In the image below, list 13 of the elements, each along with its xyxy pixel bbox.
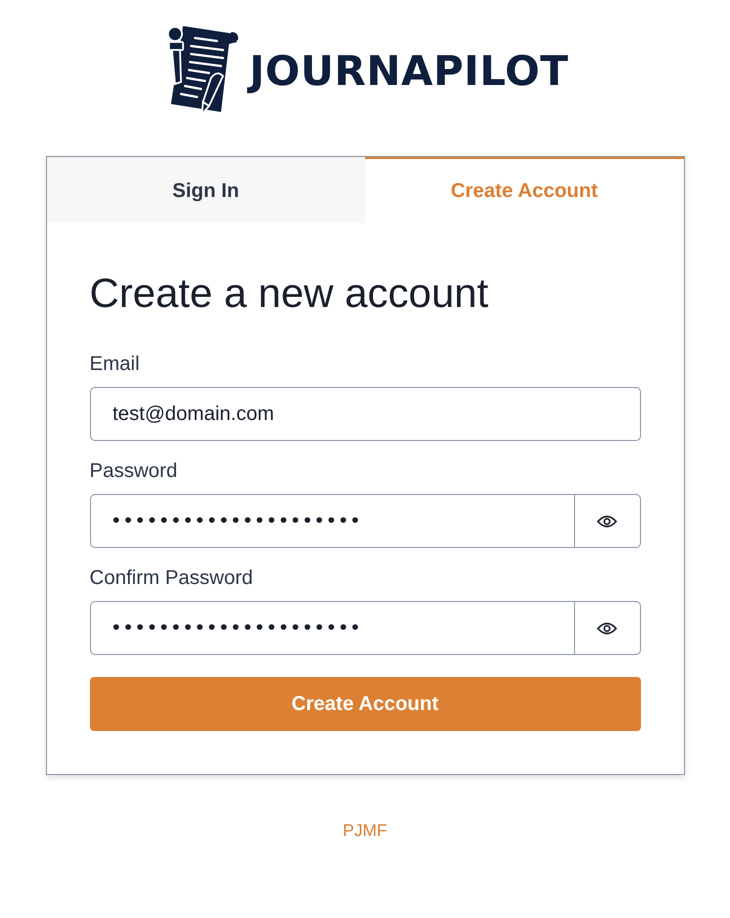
tab[interactable]: Sign In: [46, 157, 365, 223]
password-field[interactable]: •••••••••••••••••••••: [90, 494, 574, 548]
eye-icon: [597, 622, 617, 635]
field-label: Confirm Password: [90, 566, 254, 590]
eye-icon: [597, 514, 617, 528]
email-field[interactable]: test@domain.com: [90, 387, 640, 442]
logo-wordmark: JOURNAPILOT: [249, 50, 569, 92]
show-password-button[interactable]: [574, 494, 640, 548]
form-heading: Create a new account: [90, 269, 490, 318]
field-label: Email: [90, 352, 141, 376]
field-label: Password: [90, 459, 178, 484]
password-field[interactable]: •••••••••••••••••••••: [90, 601, 574, 656]
show-password-button[interactable]: [574, 601, 640, 656]
